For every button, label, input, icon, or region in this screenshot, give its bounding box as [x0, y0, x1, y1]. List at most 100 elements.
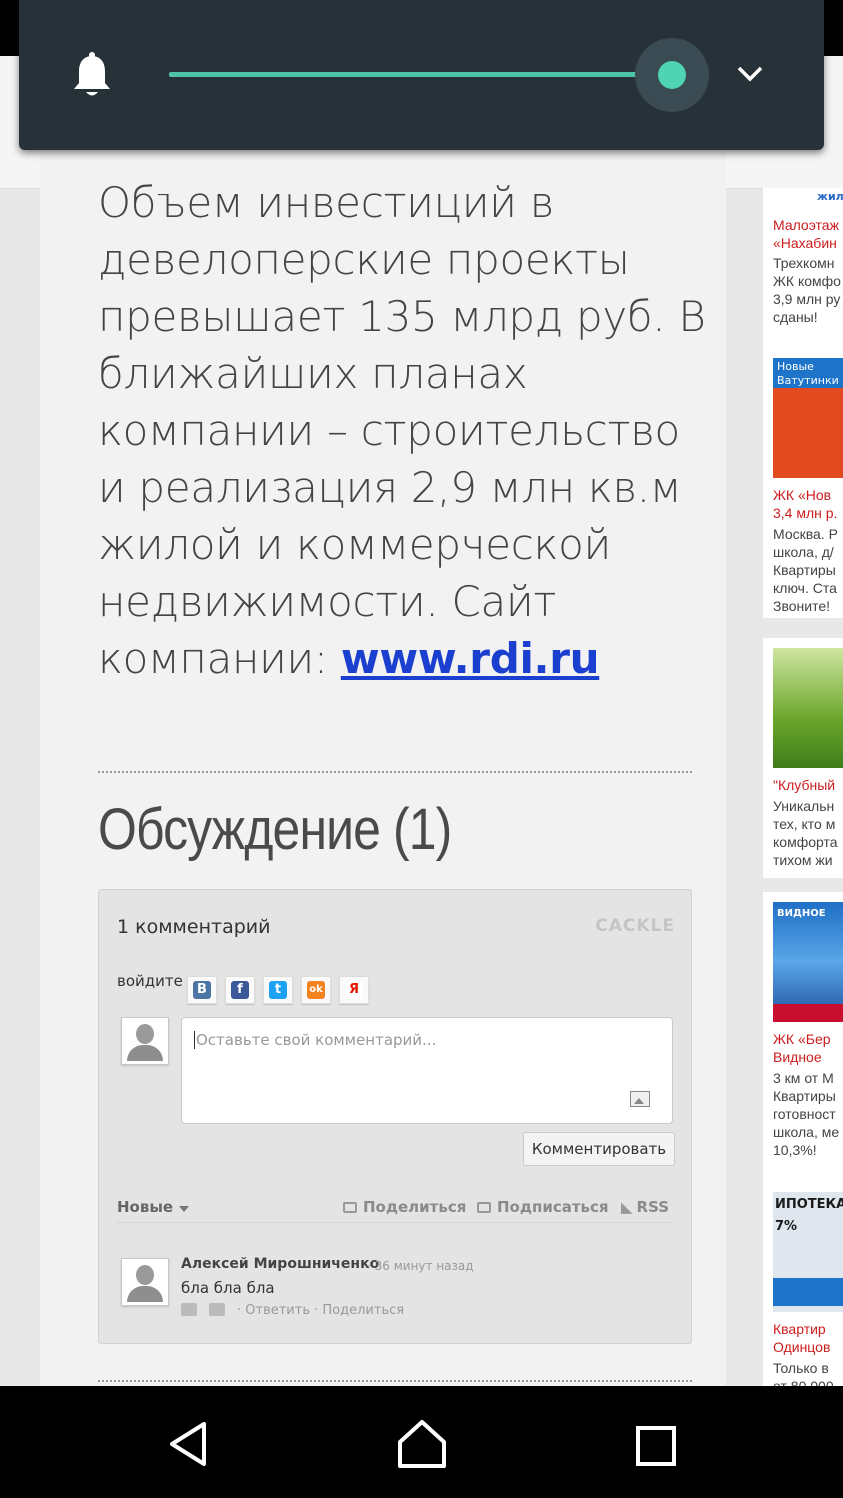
ad-image: [773, 648, 843, 768]
comment-text: бла бла бла: [181, 1279, 275, 1297]
comment-count: 1 комментарий: [117, 916, 271, 938]
ad-title-line: ЖК «Бер: [773, 1031, 831, 1047]
ad-card[interactable]: ИПОТЕКА 7% Квартир Одинцов Только в от 80 …: [763, 1182, 843, 1386]
ad-image-banner: [773, 1004, 843, 1022]
ad-title: ЖК «Нов 3,4 млн р.: [773, 486, 837, 522]
twitter-login-button[interactable]: t: [263, 976, 293, 1004]
comment-share-link[interactable]: Поделиться: [322, 1303, 404, 1318]
ad-desc: 3 км от М Квартиры готовност школа, ме 10,3%…: [773, 1069, 839, 1159]
discussion-title: Обсуждение (1): [98, 797, 452, 862]
ad-image-text: ИПОТЕКА 7%: [775, 1197, 843, 1234]
ad-title-line: Одинцов: [773, 1339, 831, 1355]
recents-icon[interactable]: [636, 1426, 676, 1466]
ad-card[interactable]: Новые Ватутинки ЖК «Нов 3,4 млн р. Москва…: [763, 348, 843, 618]
share-icon: [343, 1202, 357, 1213]
ad-title: Квартир Одинцов: [773, 1320, 830, 1356]
vk-login-button[interactable]: В: [187, 976, 217, 1004]
comment-time-text: 36 минут назад: [374, 1259, 474, 1273]
ad-desc-line: Звоните!: [773, 598, 831, 614]
ad-desc-line: Квартиры: [773, 1088, 836, 1104]
ad-desc-line: ключ. Ста: [773, 580, 837, 596]
comment-actions: · Ответить · Поделиться: [181, 1303, 404, 1318]
ad-image: жил: [773, 188, 843, 210]
volume-slider-track[interactable]: [169, 72, 672, 77]
thumbs-down-icon[interactable]: [209, 1303, 225, 1316]
chevron-down-icon[interactable]: [735, 64, 765, 84]
facebook-login-button[interactable]: f: [225, 976, 255, 1004]
comment-placeholder: Оставьте свой комментарий...: [194, 1031, 437, 1049]
ad-desc-line: Москва. Р: [773, 526, 838, 542]
ad-desc-line: сданы!: [773, 309, 818, 325]
ad-desc-line: от 80 000: [773, 1378, 834, 1386]
cackle-logo[interactable]: CACKLE: [595, 916, 675, 936]
ad-desc-line: тихом жи: [773, 852, 833, 868]
odnoklassniki-login-button[interactable]: ok: [301, 976, 331, 1004]
submit-comment-button[interactable]: Комментировать: [523, 1132, 675, 1166]
divider: [98, 771, 692, 773]
ad-title-line: «Нахабин: [773, 235, 837, 251]
ad-title-line: "Клубный: [773, 777, 836, 793]
bell-icon[interactable]: [71, 52, 113, 100]
ad-desc: Трехкомн ЖК комфо 3,9 млн ру сданы!: [773, 254, 841, 326]
ad-image-text: ВИДНОЕ: [777, 908, 826, 919]
ad-title-line: 3,4 млн р.: [773, 505, 838, 521]
yandex-login-button[interactable]: Я: [339, 976, 369, 1004]
ad-desc: Уникальн тех, кто м комфорта тихом жи: [773, 797, 838, 869]
ad-image-text: жил: [817, 190, 843, 203]
comment-input[interactable]: Оставьте свой комментарий...: [181, 1017, 673, 1124]
volume-panel: [19, 0, 824, 150]
ad-desc-line: 10,3%!: [773, 1142, 817, 1158]
home-icon[interactable]: [396, 1418, 448, 1470]
ad-desc-line: Трехкомн: [773, 255, 835, 271]
odnoklassniki-icon: ok: [307, 981, 325, 999]
web-page: Объем инвестиций в девелоперские проекты…: [0, 56, 843, 1386]
mail-icon: [477, 1202, 491, 1213]
ad-desc: Только в от 80 000: [773, 1359, 834, 1386]
sort-dropdown[interactable]: Новые: [117, 1198, 173, 1216]
subscribe-label: Подписаться: [497, 1198, 609, 1216]
avatar: [121, 1258, 169, 1306]
ad-desc-line: 3,9 млн ру: [773, 291, 841, 307]
article-body: Объем инвестиций в девелоперские проекты…: [98, 178, 706, 683]
rss-label: RSS: [636, 1198, 670, 1216]
ad-image-text: Новые Ватутинки: [773, 358, 843, 388]
ad-card[interactable]: "Клубный Уникальн тех, кто м комфорта тихом…: [763, 638, 843, 878]
ad-desc-line: Только в: [773, 1360, 829, 1376]
share-label: Поделиться: [363, 1198, 467, 1216]
reply-link[interactable]: Ответить: [245, 1303, 310, 1318]
ad-title-line: ЖК «Нов: [773, 487, 832, 503]
login-label: войдите: [117, 972, 183, 990]
yandex-icon: Я: [345, 981, 363, 999]
ad-card[interactable]: ВИДНОЕ ЖК «Бер Видное 3 км от М Квартиры го…: [763, 892, 843, 1182]
volume-slider-knob[interactable]: [657, 61, 686, 89]
ad-desc-line: готовност: [773, 1106, 836, 1122]
comment-author[interactable]: Алексей Мирошниченко: [181, 1256, 379, 1272]
ad-image-banner: [773, 1278, 843, 1306]
ad-title: Малоэтаж «Нахабин: [773, 216, 839, 252]
ad-title-line: Квартир: [773, 1321, 826, 1337]
ad-title: "Клубный: [773, 776, 835, 794]
ad-image: ВИДНОЕ: [773, 902, 843, 1022]
company-site-link[interactable]: www.rdi.ru: [341, 634, 600, 683]
ad-title-line: Малоэтаж: [773, 217, 839, 233]
subscribe-button[interactable]: Подписаться: [477, 1198, 609, 1216]
back-icon[interactable]: [164, 1420, 212, 1468]
ad-desc-line: школа, д/: [773, 544, 834, 560]
ad-desc-line: школа, ме: [773, 1124, 840, 1140]
ad-desc-line: Квартиры: [773, 562, 836, 578]
avatar: [121, 1017, 169, 1065]
comments-widget: 1 комментарий CACKLE войдите В f t ok Я …: [98, 889, 692, 1344]
ad-desc-line: 3 км от М: [773, 1070, 834, 1086]
comments-toolbar: Новые Поделиться Подписаться ◣ RSS: [117, 1196, 673, 1223]
image-upload-icon[interactable]: [630, 1091, 650, 1107]
ad-title-line: Видное: [773, 1049, 822, 1065]
facebook-icon: f: [231, 981, 249, 999]
rss-button[interactable]: ◣ RSS: [621, 1198, 669, 1216]
chevron-down-icon[interactable]: [179, 1206, 189, 1212]
ad-title: ЖК «Бер Видное: [773, 1030, 831, 1066]
thumbs-up-icon[interactable]: [181, 1303, 197, 1316]
share-button[interactable]: Поделиться: [343, 1198, 466, 1216]
ad-desc: Москва. Р школа, д/Квартиры ключ. Ста Звони…: [773, 525, 838, 615]
ad-desc-line: ЖК комфо: [773, 273, 841, 289]
ad-desc-line: тех, кто м: [773, 816, 836, 832]
